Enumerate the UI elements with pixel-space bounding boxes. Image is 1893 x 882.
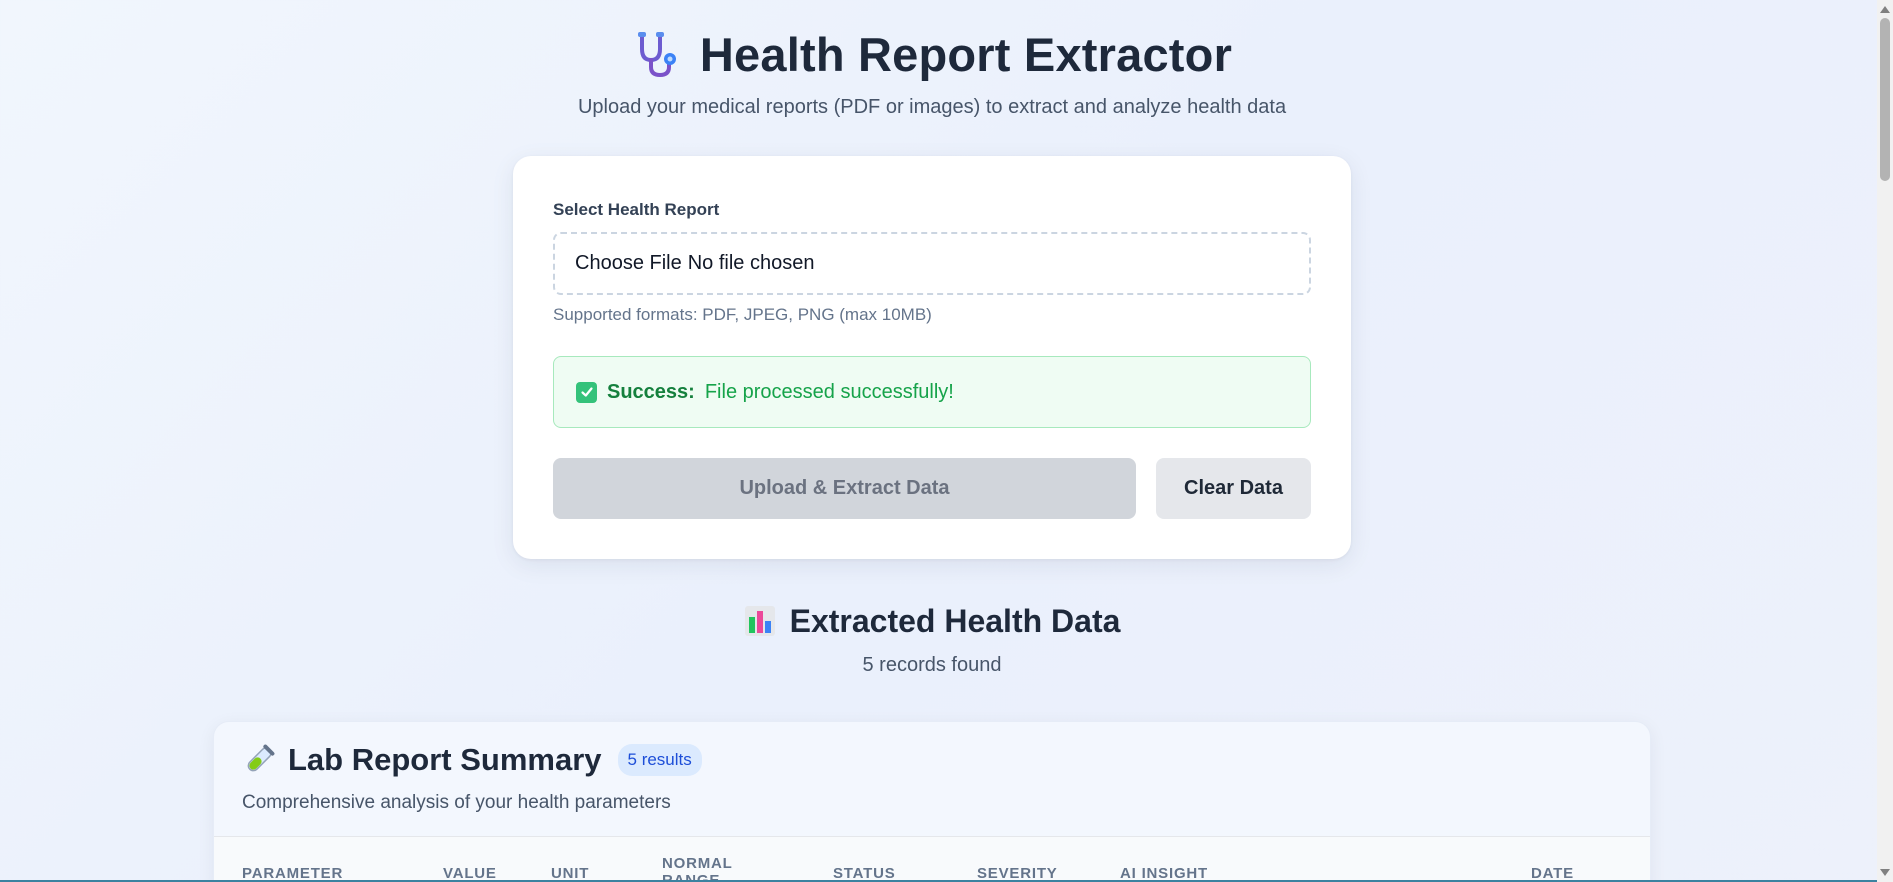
success-message: File processed successfully! — [704, 380, 954, 403]
scroll-up-arrow-icon[interactable] — [1880, 6, 1890, 13]
page-header: Health Report Extractor Upload your medi… — [0, 26, 1864, 119]
results-badge: 5 results — [617, 744, 702, 776]
column-header-normal-range[interactable]: Normal Range — [662, 855, 742, 882]
supported-formats-hint: Supported formats: PDF, JPEG, PNG (max 1… — [553, 305, 932, 324]
vertical-scrollbar[interactable] — [1877, 0, 1893, 882]
file-input[interactable]: Choose File No file chosen — [553, 232, 1311, 295]
file-status-text: No file chosen — [687, 252, 815, 274]
lab-summary-title: Lab Report Summary — [288, 742, 602, 777]
choose-file-button[interactable]: Choose File — [575, 252, 682, 275]
file-field-label: Select Health Report — [553, 200, 720, 219]
extracted-title-row: Extracted Health Data — [744, 600, 1121, 642]
upload-extract-button[interactable]: Upload & Extract Data — [553, 458, 1136, 519]
scrollbar-thumb[interactable] — [1880, 18, 1890, 181]
title-row: Health Report Extractor — [632, 26, 1232, 82]
table-header: Parameter Value Unit Normal Range Status… — [214, 836, 1650, 882]
success-alert: Success: File processed successfully! — [553, 356, 1311, 428]
lab-summary-header: Lab Report Summary 5 results — [242, 742, 702, 778]
upload-card: Select Health Report Choose File No file… — [513, 156, 1351, 559]
clear-data-button[interactable]: Clear Data — [1156, 458, 1311, 519]
extracted-section: Extracted Health Data 5 records found — [0, 600, 1864, 677]
bar-chart-icon — [744, 606, 775, 636]
check-icon — [576, 381, 597, 403]
records-count: 5 records found — [862, 654, 1002, 676]
lab-summary-panel: Lab Report Summary 5 results Comprehensi… — [213, 721, 1651, 882]
page-title: Health Report Extractor — [699, 27, 1233, 81]
stethoscope-icon — [637, 32, 676, 78]
page-subtitle: Upload your medical reports (PDF or imag… — [577, 96, 1287, 118]
page: Health Report Extractor Upload your medi… — [0, 0, 1877, 882]
success-label: Success: — [607, 380, 695, 403]
extracted-title: Extracted Health Data — [789, 602, 1121, 639]
lab-summary-subtitle: Comprehensive analysis of your health pa… — [242, 792, 671, 813]
test-tube-icon — [247, 744, 275, 772]
scroll-down-arrow-icon[interactable] — [1880, 869, 1890, 876]
